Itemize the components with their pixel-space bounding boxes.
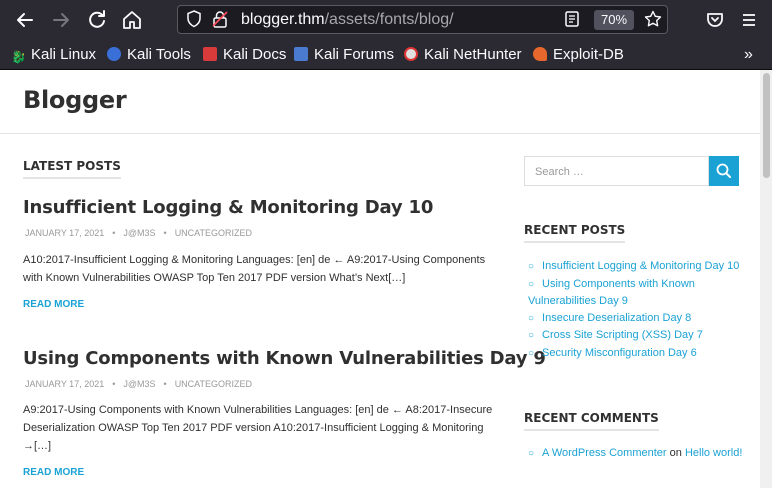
bookmarks-overflow-chevron-icon[interactable]: » (744, 45, 753, 65)
post-title[interactable]: Insufficient Logging & Monitoring Day 10 (23, 197, 433, 218)
bookmarks-toolbar: 🐉 Kali Linux Kali Tools Kali Docs Kali Fo… (0, 40, 772, 70)
kali-dragon-icon: 🐉 (11, 47, 26, 64)
recent-post-link[interactable]: Insufficient Logging & Monitoring Day 10 (542, 260, 739, 272)
bookmark-label: Kali Linux (31, 46, 97, 63)
zoom-level[interactable]: 70% (594, 10, 634, 30)
post-title[interactable]: Using Components with Known Vulnerabilit… (23, 348, 546, 369)
bookmark-kali-forums[interactable]: Kali Forums (294, 45, 394, 65)
hamburger-menu-icon[interactable] (737, 8, 761, 32)
bullet-icon: ○ (528, 347, 535, 359)
shield-icon[interactable] (186, 10, 202, 32)
kali-docs-icon (203, 47, 217, 61)
search-input[interactable] (533, 158, 707, 186)
post-meta: JANUARY 17, 2021 • J@M3S • UNCATEGORIZED (25, 228, 253, 238)
post-excerpt: A9:2017-Using Components with Known Vuln… (23, 404, 493, 452)
post-date[interactable]: JANUARY 17, 2021 (25, 228, 104, 238)
reader-view-icon[interactable] (564, 10, 580, 32)
comment-on-text: on (669, 447, 682, 459)
search-box (524, 156, 709, 186)
bullet-icon: ○ (528, 330, 535, 341)
read-more-link[interactable]: READ MORE (23, 467, 84, 478)
list-item: ○ Cross Site Scripting (XSS) Day 7 (528, 327, 743, 345)
browser-toolbar: blogger.thm/assets/fonts/blog/ 70% (0, 0, 772, 40)
insecure-lock-icon[interactable] (212, 10, 228, 32)
exploit-db-icon (533, 47, 547, 61)
page-scrollbar[interactable] (760, 70, 772, 488)
bookmark-label: Kali Tools (127, 46, 191, 63)
bullet-icon: ○ (528, 261, 535, 272)
recent-posts-heading: RECENT POSTS (524, 223, 626, 243)
post-author[interactable]: J@M3S (123, 379, 155, 389)
kali-tools-icon (107, 47, 121, 61)
pocket-icon[interactable] (703, 8, 727, 32)
comment-author-link[interactable]: A WordPress Commenter (542, 447, 667, 459)
list-item: ○ Using Components with Known Vulnerabili… (528, 276, 743, 310)
post-category[interactable]: UNCATEGORIZED (175, 379, 252, 389)
home-icon[interactable] (120, 8, 144, 32)
post-date[interactable]: JANUARY 17, 2021 (25, 379, 104, 389)
bookmark-kali-tools[interactable]: Kali Tools (107, 45, 191, 65)
bookmark-label: Kali Forums (314, 46, 395, 63)
search-button[interactable] (709, 156, 739, 186)
recent-comments-list: ○ A WordPress Commenter on Hello world! (528, 445, 743, 463)
reload-icon[interactable] (85, 8, 109, 32)
bookmark-kali-docs[interactable]: Kali Docs (203, 45, 286, 65)
kali-nethunter-icon (404, 47, 418, 61)
recent-posts-list: ○ Insufficient Logging & Monitoring Day 1… (528, 258, 743, 362)
bookmark-kali-nethunter[interactable]: Kali NetHunter (404, 45, 522, 65)
bullet-icon: ○ (528, 312, 535, 324)
url-text[interactable]: blogger.thm/assets/fonts/blog/ (241, 11, 454, 29)
bookmark-label: Exploit-DB (553, 46, 624, 63)
url-host: blogger.thm (241, 11, 325, 28)
url-bar[interactable]: blogger.thm/assets/fonts/blog/ 70% (177, 5, 668, 34)
bookmark-label: Kali NetHunter (424, 46, 522, 63)
back-arrow-icon[interactable] (13, 8, 37, 32)
site-title[interactable]: Blogger (23, 86, 127, 114)
bullet-icon: ○ (528, 278, 535, 290)
bookmark-exploit-db[interactable]: Exploit-DB (533, 45, 624, 65)
latest-posts-heading: LATEST POSTS (23, 159, 121, 179)
recent-post-link[interactable]: Security Misconfiguration Day 6 (542, 347, 697, 359)
list-item: ○ Insufficient Logging & Monitoring Day 1… (528, 258, 743, 276)
list-item: ○ A WordPress Commenter on Hello world! (528, 445, 743, 463)
list-item: ○ Insecure Deserialization Day 8 (528, 310, 743, 328)
post-excerpt: A10:2017-Insufficient Logging & Monitori… (23, 254, 486, 284)
comment-post-link[interactable]: Hello world! (685, 447, 742, 459)
post-category[interactable]: UNCATEGORIZED (175, 228, 252, 238)
list-item: ○ Security Misconfiguration Day 6 (528, 345, 743, 363)
recent-comments-heading: RECENT COMMENTS (524, 411, 659, 431)
url-path: /assets/fonts/blog/ (324, 11, 454, 28)
site-header: Blogger (0, 70, 760, 134)
recent-post-link[interactable]: Using Components with Known Vulnerabilit… (528, 278, 695, 308)
kali-forums-icon (294, 47, 308, 61)
post-meta: JANUARY 17, 2021 • J@M3S • UNCATEGORIZED (25, 379, 253, 389)
recent-post-link[interactable]: Cross Site Scripting (XSS) Day 7 (542, 329, 703, 341)
bookmark-label: Kali Docs (223, 46, 287, 63)
read-more-link[interactable]: READ MORE (23, 299, 84, 310)
forward-arrow-icon[interactable] (49, 8, 73, 32)
post-author[interactable]: J@M3S (123, 228, 155, 238)
web-page: Blogger LATEST POSTS Insufficient Loggin… (0, 70, 772, 488)
search-icon (716, 163, 731, 178)
bullet-icon: ○ (528, 448, 535, 459)
scrollbar-thumb[interactable] (763, 73, 770, 178)
bookmark-star-icon[interactable] (644, 10, 662, 32)
bookmark-kali-linux[interactable]: 🐉 Kali Linux (11, 45, 96, 65)
recent-post-link[interactable]: Insecure Deserialization Day 8 (542, 312, 691, 324)
